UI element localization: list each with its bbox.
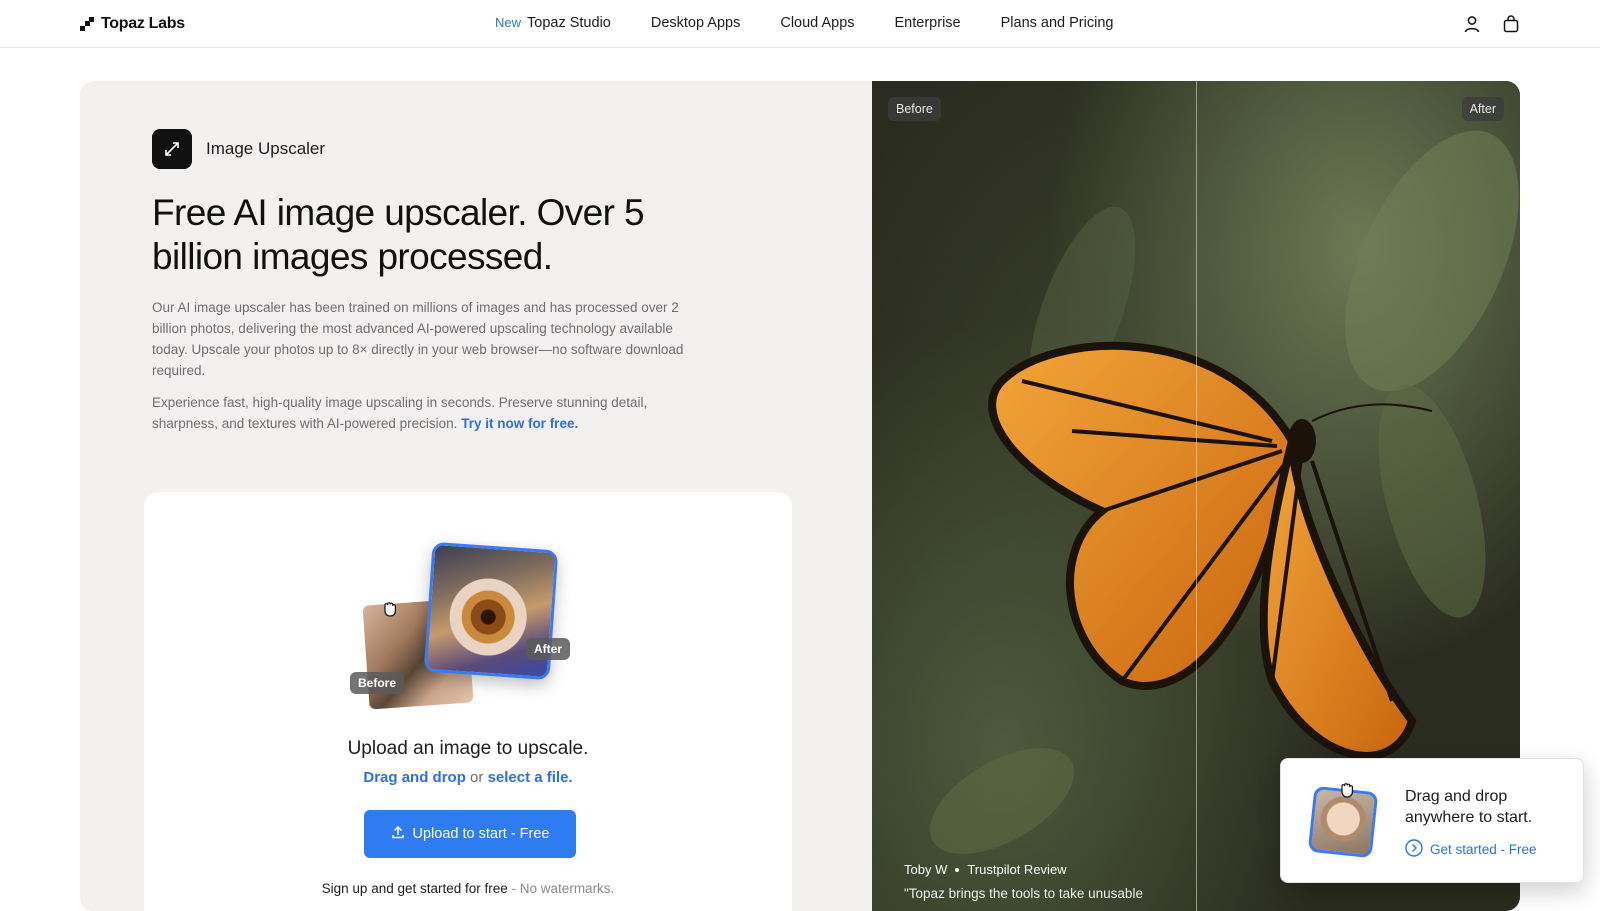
nav-topaz-studio[interactable]: Topaz Studio xyxy=(527,15,611,31)
logo-mark-icon xyxy=(80,17,94,31)
upload-card[interactable]: Before After Upload an image to upscale.… xyxy=(144,492,792,911)
user-icon[interactable] xyxy=(1462,14,1482,34)
after-tag: After xyxy=(526,638,571,660)
drag-and-drop-link[interactable]: Drag and drop xyxy=(363,769,466,786)
popup-title: Drag and drop anywhere to start. xyxy=(1405,788,1533,826)
upload-title: Upload an image to upscale. xyxy=(347,738,589,759)
review-attribution: Toby W Trustpilot Review xyxy=(904,862,1067,877)
topaz-labs-logo[interactable]: Topaz Labs xyxy=(80,15,185,33)
upload-subtitle: Drag and drop or select a file. xyxy=(144,769,792,786)
hero-left-panel: Image Upscaler Free AI image upscaler. O… xyxy=(80,81,872,911)
shopping-bag-icon[interactable] xyxy=(1501,14,1521,34)
review-source: Trustpilot Review xyxy=(967,862,1067,877)
try-free-link[interactable]: Try it now for free. xyxy=(461,416,578,431)
intro-paragraph: Our AI image upscaler has been trained o… xyxy=(152,300,684,378)
or-text: or xyxy=(470,769,484,786)
compare-divider-handle[interactable] xyxy=(1196,81,1197,911)
secondary-paragraph: Experience fast, high-quality image upsc… xyxy=(152,392,712,434)
get-started-link[interactable]: Get started - Free xyxy=(1405,839,1537,860)
before-tag: Before xyxy=(350,672,405,694)
tool-name: Image Upscaler xyxy=(206,139,326,158)
page-headline: Free AI image upscaler. Over 5 billion i… xyxy=(152,192,645,277)
upload-button[interactable]: Upload to start - Free xyxy=(364,810,576,858)
reviewer-name: Toby W xyxy=(904,862,948,877)
nav-new-badge: New xyxy=(495,15,522,30)
logo-text: Topaz Labs xyxy=(101,15,185,32)
nav-enterprise[interactable]: Enterprise xyxy=(895,15,961,31)
main-nav: New Topaz Studio Desktop Apps Cloud Apps… xyxy=(495,15,1153,31)
review-quote: "Topaz brings the tools to take unusable xyxy=(904,886,1143,901)
nav-cloud-apps[interactable]: Cloud Apps xyxy=(780,15,854,31)
top-header: Topaz Labs New Topaz Studio Desktop Apps… xyxy=(0,0,1600,48)
select-file-link[interactable]: select a file. xyxy=(488,769,573,786)
grab-hand-icon xyxy=(1337,779,1357,804)
separator-dot xyxy=(955,867,960,872)
before-after-illustration: Before After xyxy=(350,541,580,712)
before-label: Before xyxy=(888,97,941,121)
signup-note-main: Sign up and get started for free xyxy=(321,881,508,896)
drag-drop-popup[interactable]: Drag and drop anywhere to start. Get sta… xyxy=(1280,758,1584,883)
chevron-right-circle-icon xyxy=(1405,839,1423,860)
signup-note: Sign up and get started for free - No wa… xyxy=(144,881,792,896)
get-started-label: Get started - Free xyxy=(1430,842,1537,857)
signup-note-muted: - No watermarks. xyxy=(511,881,615,896)
grab-hand-icon xyxy=(380,598,400,623)
expand-arrows-icon xyxy=(152,129,192,169)
tool-badge: Image Upscaler xyxy=(152,129,325,169)
nav-plans-and-pricing[interactable]: Plans and Pricing xyxy=(1001,15,1114,31)
nav-desktop-apps[interactable]: Desktop Apps xyxy=(651,15,740,31)
upload-button-label: Upload to start - Free xyxy=(412,826,550,842)
after-label: After xyxy=(1461,97,1504,121)
upload-icon xyxy=(391,825,405,843)
